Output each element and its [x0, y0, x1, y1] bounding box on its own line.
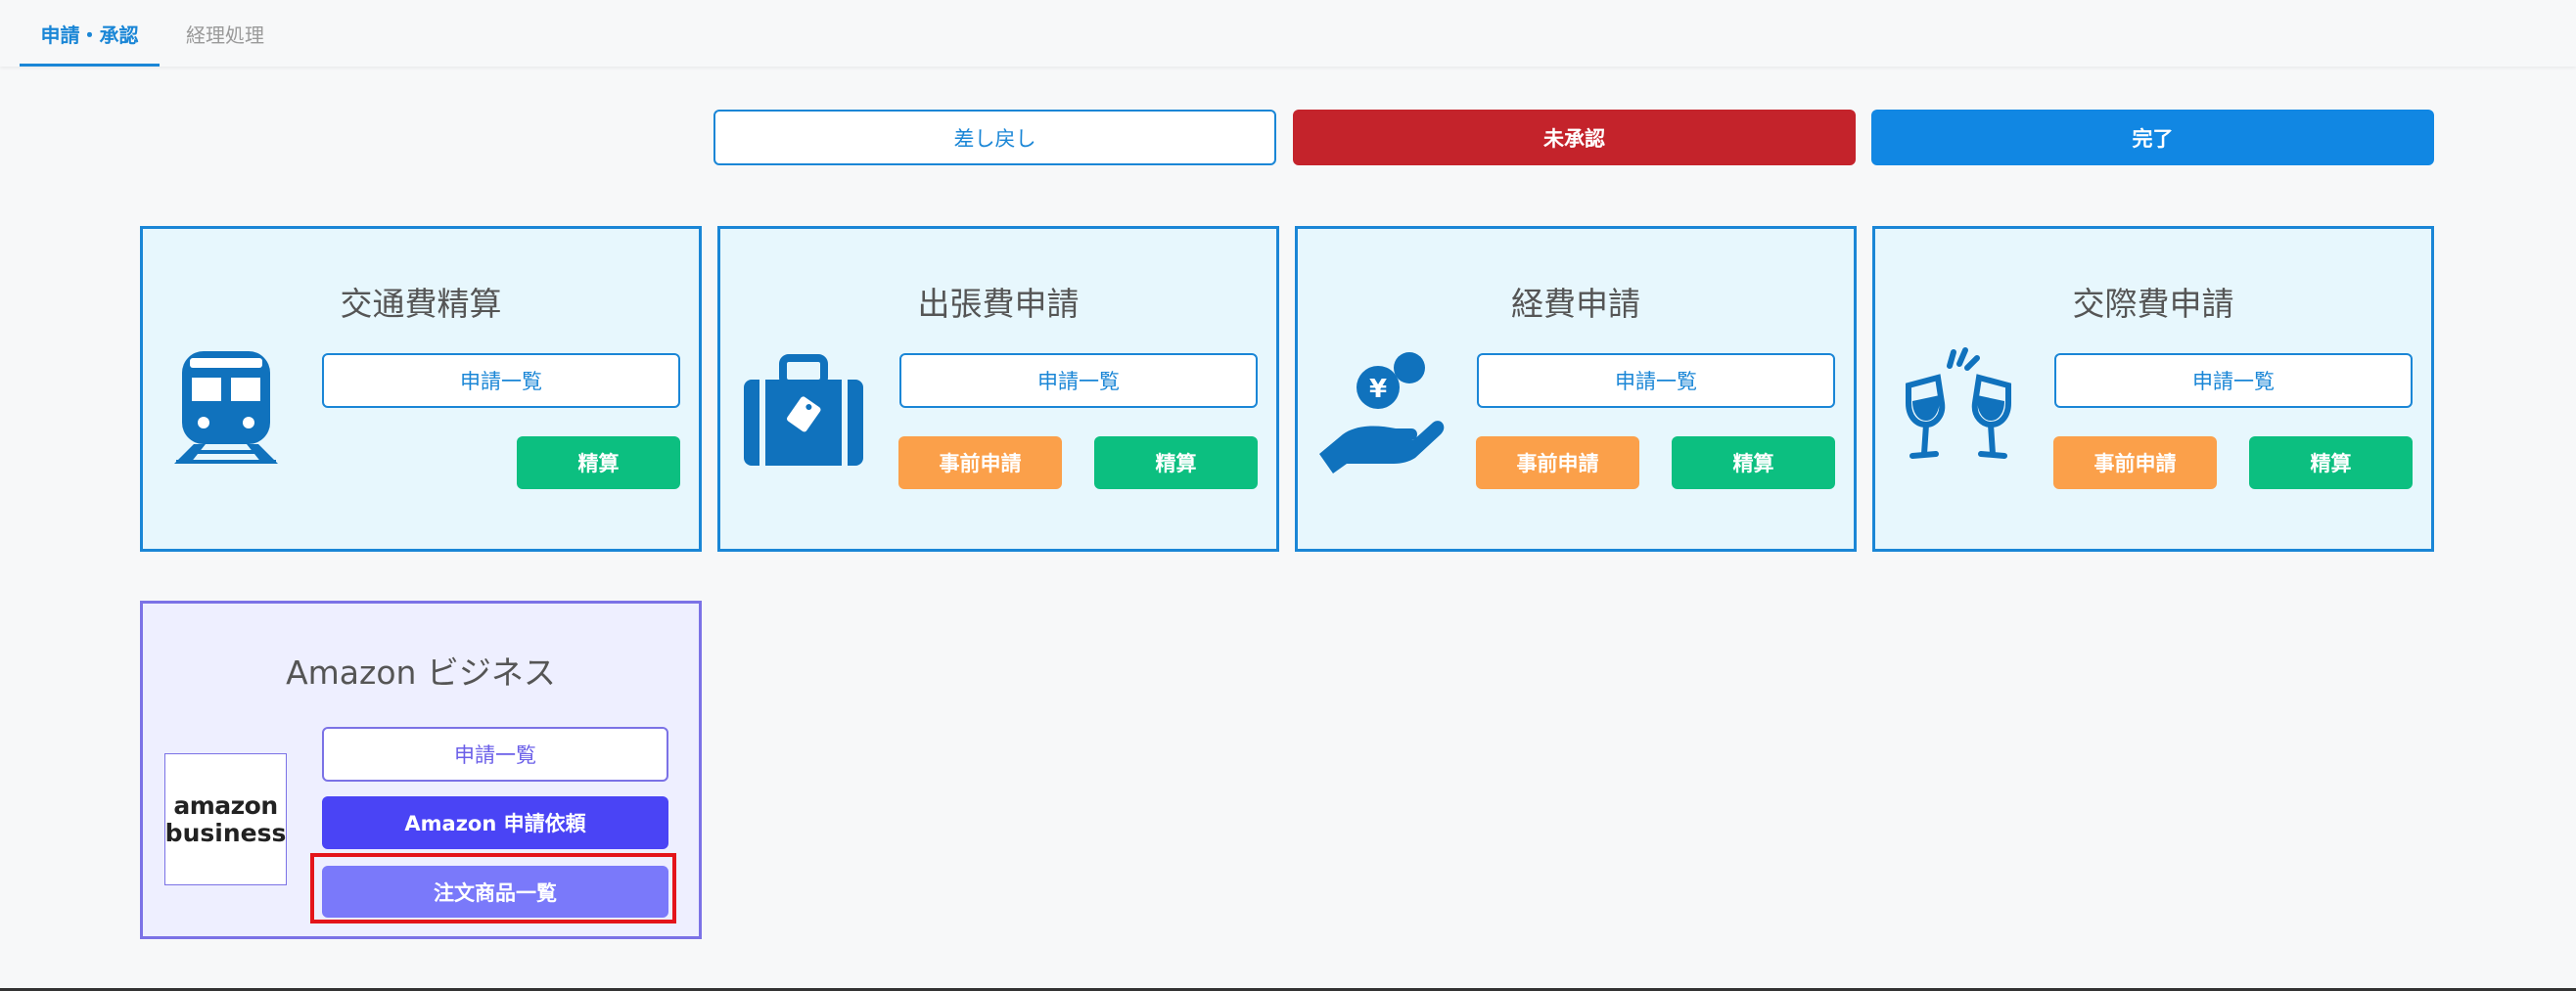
- tab-accounting[interactable]: 経理処理: [176, 20, 274, 67]
- card-title: 出張費申請: [917, 285, 1080, 323]
- pre-application-button[interactable]: 事前申請: [1476, 436, 1639, 489]
- tab-bar: 申請・承認 経理処理: [0, 0, 2576, 67]
- card-title: 交通費精算: [340, 285, 502, 323]
- amazon-request-button[interactable]: Amazon 申請依頼: [322, 796, 668, 849]
- completed-button[interactable]: 完了: [1871, 110, 2434, 165]
- settle-button[interactable]: 精算: [517, 436, 680, 489]
- pre-application-button[interactable]: 事前申請: [898, 436, 1062, 489]
- tab-application-approval[interactable]: 申請・承認: [20, 20, 160, 67]
- application-list-button[interactable]: 申請一覧: [899, 353, 1258, 408]
- settle-button[interactable]: 精算: [1672, 436, 1835, 489]
- card-title: 交際費申請: [2072, 285, 2234, 323]
- pre-application-button[interactable]: 事前申請: [2053, 436, 2217, 489]
- unapproved-button[interactable]: 未承認: [1293, 110, 1856, 165]
- card-expense: 経費申請 ¥ 申請一覧 事前申請 精算: [1295, 226, 1857, 552]
- logo-line2: business: [164, 818, 287, 847]
- application-list-button[interactable]: 申請一覧: [1477, 353, 1835, 408]
- application-list-button[interactable]: 申請一覧: [322, 353, 680, 408]
- toast-glasses-icon: [1895, 346, 2022, 473]
- settle-button[interactable]: 精算: [2249, 436, 2413, 489]
- settle-button[interactable]: 精算: [1094, 436, 1258, 489]
- card-title: Amazon ビジネス: [286, 653, 556, 692]
- card-title: 経費申請: [1511, 285, 1640, 323]
- briefcase-icon: [740, 346, 867, 473]
- hand-yen-icon: ¥: [1317, 346, 1445, 473]
- train-icon: [162, 346, 290, 473]
- returned-button[interactable]: 差し戻し: [713, 110, 1276, 165]
- card-business-trip: 出張費申請 申請一覧 事前申請 精算: [717, 226, 1279, 552]
- amazon-business-logo: amazon business: [164, 753, 287, 885]
- logo-line1: amazon: [173, 790, 278, 820]
- application-list-button[interactable]: 申請一覧: [2054, 353, 2413, 408]
- card-entertainment: 交際費申請 申請一覧 事前申請 精算: [1872, 226, 2434, 552]
- highlight-box: [310, 853, 676, 923]
- card-transportation: 交通費精算 申請一覧 精算: [140, 226, 702, 552]
- amazon-application-list-button[interactable]: 申請一覧: [322, 727, 668, 782]
- svg-text:¥: ¥: [1369, 375, 1387, 404]
